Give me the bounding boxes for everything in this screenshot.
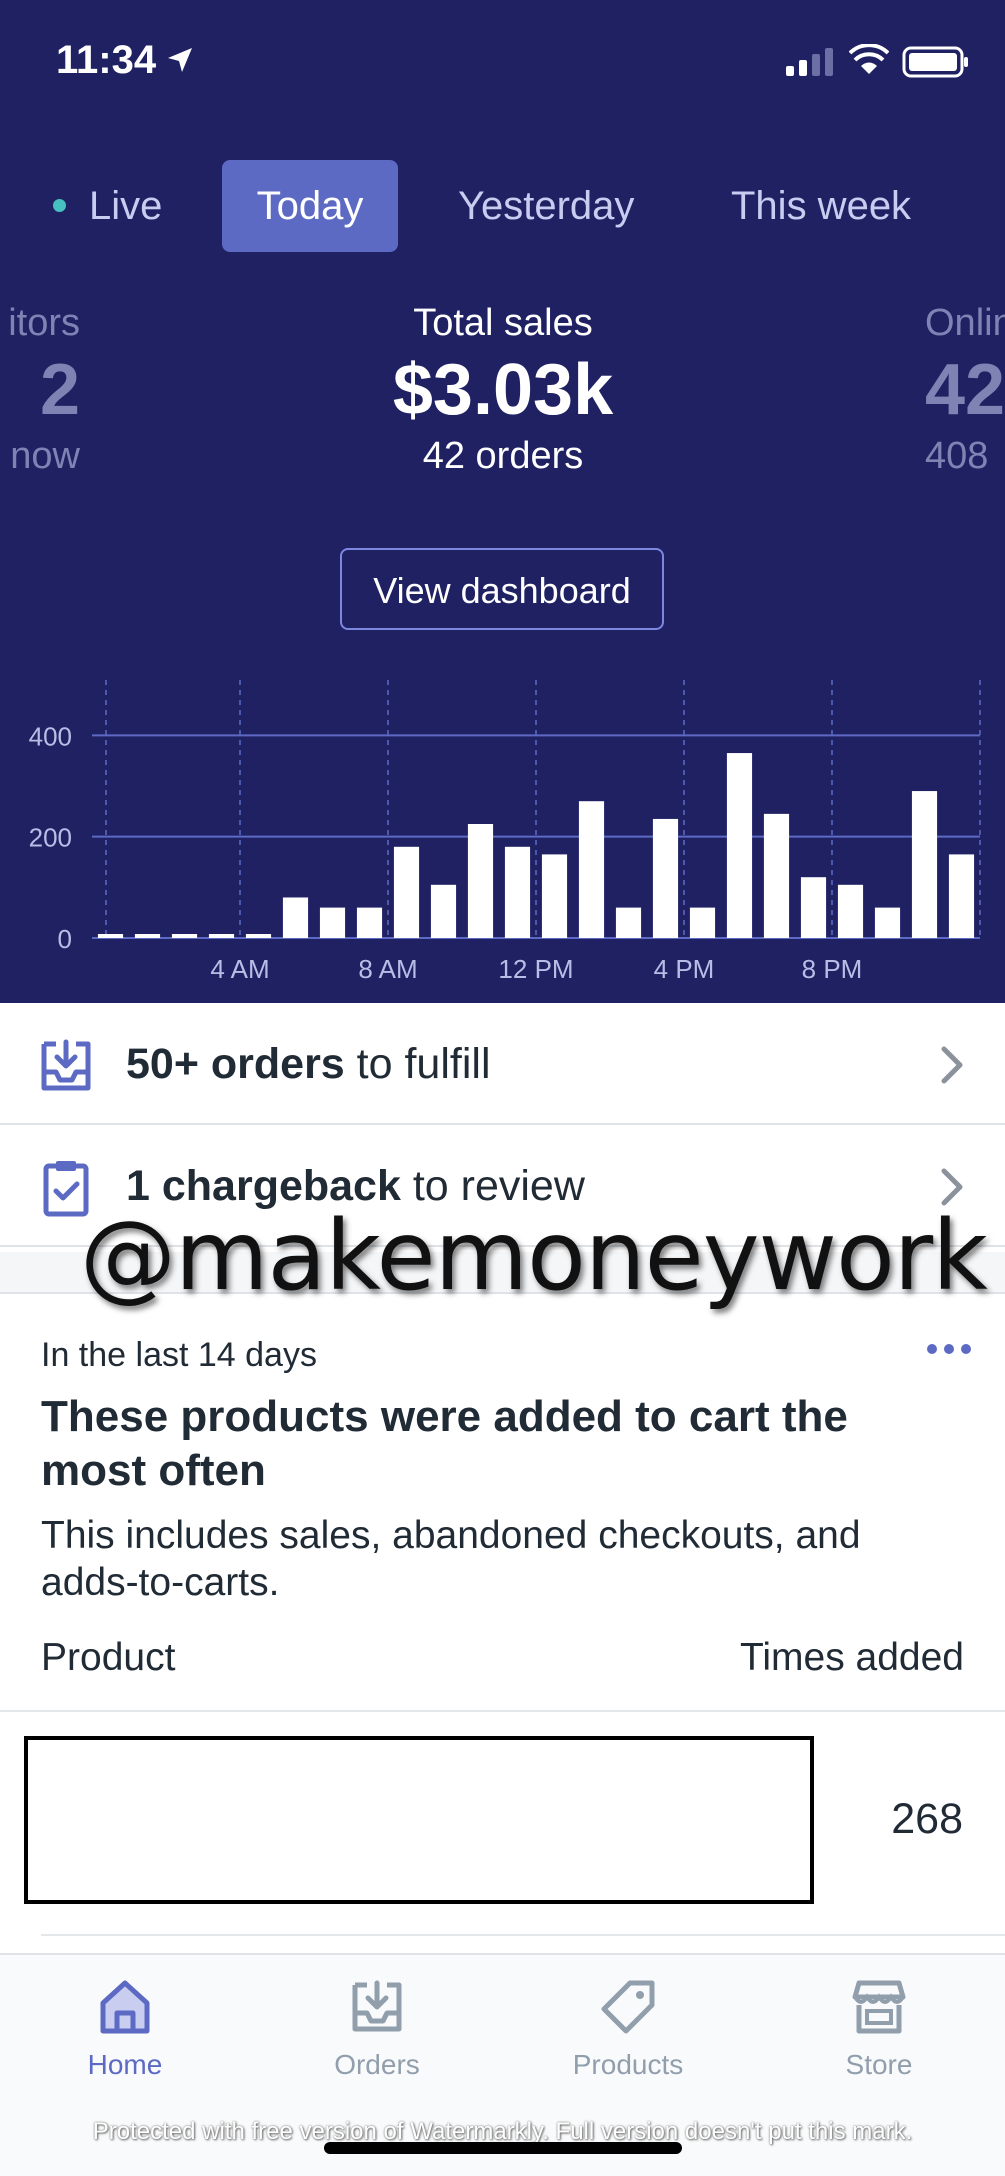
chart-bar — [652, 818, 679, 938]
x-tick-label: 12 PM — [498, 954, 573, 984]
metric-visitors-value: 2 — [39, 350, 80, 430]
chevron-right-icon — [941, 1046, 963, 1084]
total-sales-value: $3.03k — [392, 350, 614, 430]
chart-bar — [615, 907, 642, 938]
orders-to-fulfill-count: 50+ orders — [126, 1040, 345, 1088]
metric-online-value: 42 — [925, 350, 1005, 430]
card-period-label: In the last 14 days — [41, 1336, 317, 1374]
orders-to-fulfill-row[interactable]: 50+ orders to fulfill — [0, 1003, 1005, 1125]
orders-to-fulfill-suffix: to fulfill — [344, 1040, 491, 1088]
metric-visitors-label: itors — [8, 302, 80, 344]
orders-inbox-icon — [41, 1039, 91, 1091]
metric-visitors-sub: now — [10, 435, 80, 477]
cellular-signal-icon — [786, 48, 833, 76]
wifi-icon — [849, 44, 889, 74]
metric-online-sub: 408 — [925, 435, 989, 477]
hourly-sales-chart: 0 200 400 4 AM 8 AM 12 PM 4 PM 8 PM — [29, 680, 981, 984]
y-tick-label: 0 — [58, 924, 72, 954]
y-tick-label: 400 — [29, 721, 72, 751]
chart-bar — [134, 934, 161, 938]
chart-bar — [763, 813, 790, 938]
battery-icon — [902, 46, 968, 78]
x-tick-label: 4 AM — [210, 954, 269, 984]
chart-bar — [837, 884, 864, 938]
metric-total-sales[interactable]: Total sales $3.03k 42 orders — [303, 302, 703, 478]
chart-bar — [948, 854, 975, 938]
chart-bar — [97, 934, 124, 938]
total-orders-count: 42 orders — [422, 435, 584, 477]
location-arrow-icon — [168, 48, 192, 72]
tabbar-products-label: Products — [572, 2049, 684, 2080]
more-options-icon[interactable] — [925, 1340, 973, 1358]
chart-bar — [356, 907, 383, 938]
home-indicator[interactable] — [324, 2142, 682, 2154]
total-sales-label: Total sales — [413, 302, 593, 344]
chart-bar — [282, 897, 309, 938]
status-time: 11:34 — [56, 38, 157, 82]
chart-bar — [578, 801, 605, 938]
view-dashboard-button[interactable]: View dashboard — [340, 548, 664, 630]
chart-bar — [800, 877, 827, 938]
chart-bar — [208, 934, 235, 938]
chart-bar — [726, 753, 753, 938]
watermark-text: @makemoneywork — [80, 1200, 988, 1312]
orders-icon — [352, 1980, 402, 2032]
tabbar-home-label: Home — [87, 2049, 163, 2080]
orders-to-fulfill-text: 50+ orders to fulfill — [126, 1003, 491, 1125]
chart-bar — [171, 934, 198, 938]
store-icon — [852, 1980, 906, 2034]
products-icon — [601, 1980, 655, 2034]
chart-bar — [245, 934, 272, 938]
table-header-divider — [0, 1710, 1005, 1712]
tab-live[interactable]: Live — [89, 160, 162, 252]
chart-bar — [541, 854, 568, 938]
chart-bar — [911, 791, 938, 938]
x-tick-label: 8 AM — [358, 954, 417, 984]
chart-bar — [689, 907, 716, 938]
tabbar-orders-label: Orders — [334, 2049, 420, 2080]
home-icon — [100, 1980, 150, 2034]
x-tick-label: 8 PM — [802, 954, 863, 984]
product-times-added: 268 — [891, 1795, 963, 1843]
chart-bar — [467, 824, 494, 938]
period-tabs: Live Today Yesterday This week — [0, 160, 1005, 252]
metric-online-partial[interactable]: Onlin 42 408 — [925, 302, 1005, 478]
column-header-product: Product — [41, 1636, 176, 1679]
chart-bar — [430, 884, 457, 938]
x-tick-label: 4 PM — [654, 954, 715, 984]
tab-this-week[interactable]: This week — [731, 160, 911, 252]
column-header-times-added: Times added — [739, 1636, 964, 1679]
metric-visitors-partial[interactable]: itors 2 now — [0, 302, 80, 478]
chart-bar — [874, 907, 901, 938]
product-redacted-box[interactable] — [24, 1736, 814, 1904]
chart-bar — [393, 846, 420, 938]
tab-today[interactable]: Today — [222, 160, 398, 252]
chart-bar — [504, 846, 531, 938]
tabbar-store-label: Store — [845, 2049, 913, 2080]
metric-online-label: Onlin — [925, 302, 1005, 344]
y-tick-label: 200 — [29, 823, 72, 853]
card-title: These products were added to cart the mo… — [41, 1392, 848, 1495]
tab-yesterday[interactable]: Yesterday — [458, 160, 634, 252]
table-row-divider — [41, 1934, 1005, 1936]
card-description: This includes sales, abandoned checkouts… — [41, 1514, 861, 1604]
chart-bar — [319, 907, 346, 938]
